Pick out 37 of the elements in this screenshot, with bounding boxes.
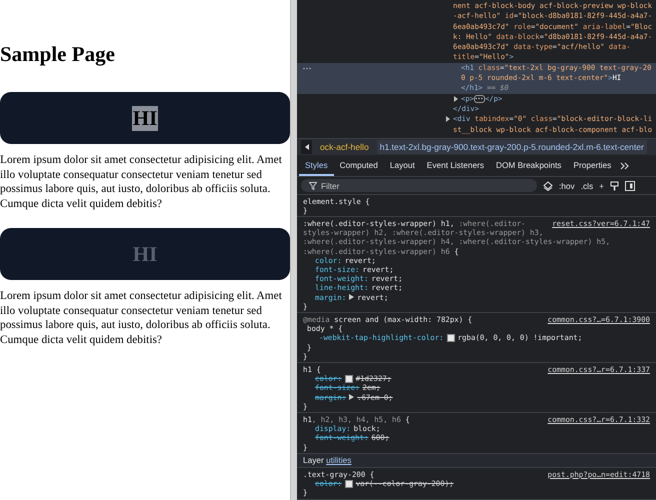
dots-icon[interactable] [475, 97, 484, 100]
ellipsis-button[interactable] [474, 94, 485, 103]
paragraph: Lorem ipsum dolor sit amet consectetur adipisicing elit. Amet illo voluptate consequatur consectetur veniam tenetur sed possimus labore quis, aut iusto, doloribus ab officiis soluta. Cumque dicta velit quidem debitis? [0, 289, 283, 347]
sidebar-icon[interactable] [625, 180, 635, 190]
left-triangle-icon[interactable] [304, 144, 308, 150]
expand-arrow-icon[interactable] [453, 96, 459, 102]
block-heading: HI [132, 242, 158, 266]
filter-icon [309, 182, 317, 190]
filter-field[interactable]: Filter [301, 179, 537, 192]
expand-triangle-icon[interactable] [349, 394, 354, 400]
color-swatch[interactable] [344, 374, 353, 383]
expand-triangle-icon[interactable] [349, 294, 354, 300]
paragraph: Lorem ipsum dolor sit amet consectetur adipisicing elit. Amet illo voluptate consequatur consectetur veniam tenetur sed possimus labore quis, aut iusto, doloribus ab officiis soluta. Cumque dicta velit quidem debitis? [0, 153, 283, 211]
chevrons-icon[interactable] [620, 162, 630, 170]
paint-brush-icon[interactable] [610, 180, 619, 190]
block-heading: HI [132, 106, 158, 130]
layer-label: Layer [303, 455, 324, 466]
color-swatch[interactable] [344, 480, 353, 488]
panel-tab[interactable]: Properties [567, 155, 618, 176]
panel-tab[interactable]: Event Listeners [420, 155, 490, 176]
breadcrumb[interactable]: h1.text-2xl.bg-gray-900.text-gray-200.p-5.rounded-2xl.m-6.text-center [376, 140, 647, 154]
color-swatch[interactable] [446, 334, 455, 342]
panel-tab[interactable]: Layout [384, 155, 421, 176]
layers-icon[interactable] [543, 180, 553, 190]
layer-link[interactable]: utilities [326, 455, 352, 466]
expand-arrow-icon[interactable] [445, 116, 451, 122]
page-title: Sample Page [0, 42, 116, 67]
panel-tab[interactable]: Computed [334, 155, 384, 176]
more-icon[interactable] [303, 66, 311, 70]
toolbar-toggle[interactable]: :hov [559, 180, 575, 190]
scroll-left-button[interactable] [301, 140, 312, 154]
breadcrumb[interactable]: ock-acf-hello [320, 142, 369, 152]
toolbar-toggle[interactable]: + [599, 180, 604, 190]
toolbar-toggle[interactable]: .cls [580, 180, 594, 190]
panel-tab[interactable]: Styles [299, 155, 334, 176]
scrollbar[interactable] [290, 0, 297, 500]
panel-tab[interactable]: DOM Breakpoints [490, 155, 568, 176]
